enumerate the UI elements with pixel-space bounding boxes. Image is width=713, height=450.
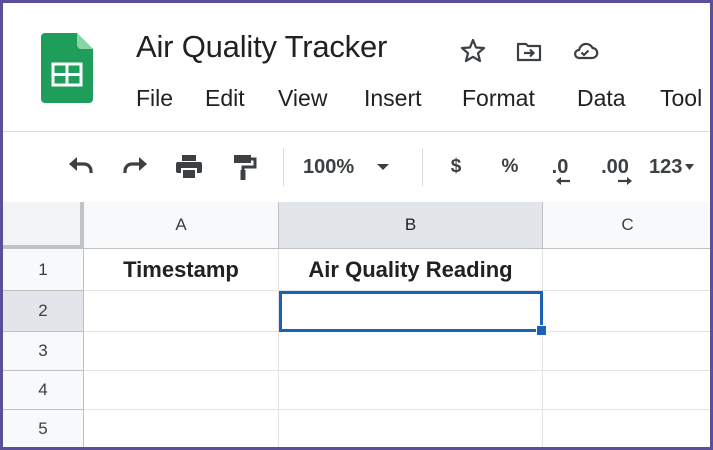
toolbar: 100% $ % .0 .00 123 <box>3 132 710 202</box>
cell-a1[interactable]: Timestamp <box>84 249 279 291</box>
undo-button[interactable] <box>63 152 99 182</box>
zoom-value: 100% <box>303 155 355 178</box>
toolbar-divider <box>283 148 284 186</box>
cell-b4[interactable] <box>279 371 543 410</box>
menu-format[interactable]: Format <box>462 85 535 112</box>
menu-tools[interactable]: Tool <box>660 85 702 112</box>
undo-icon <box>69 157 93 173</box>
currency-format-button[interactable]: $ <box>443 152 469 182</box>
row-header-3[interactable]: 3 <box>3 332 84 371</box>
move-to-folder-icon[interactable] <box>515 37 543 65</box>
print-button[interactable] <box>171 152 207 182</box>
column-header-b[interactable]: B <box>279 202 543 249</box>
percent-format-button[interactable]: % <box>495 152 525 182</box>
menu-insert[interactable]: Insert <box>364 85 422 112</box>
star-icon[interactable] <box>459 37 487 65</box>
zoom-select[interactable]: 100% <box>303 152 413 182</box>
menu-file[interactable]: File <box>136 85 173 112</box>
redo-icon <box>123 157 147 173</box>
cell-c4[interactable] <box>543 371 710 410</box>
increase-decimal-button[interactable]: .00 <box>593 152 637 185</box>
column-header-c[interactable]: C <box>543 202 710 249</box>
app-window: Air Quality Tracker File Edit View Inser… <box>0 0 713 450</box>
more-formats-button[interactable]: 123 <box>649 152 709 182</box>
document-title[interactable]: Air Quality Tracker <box>136 29 387 65</box>
sheets-logo-icon[interactable] <box>41 33 93 103</box>
paint-format-icon <box>234 155 257 180</box>
cell-c3[interactable] <box>543 332 710 371</box>
menu-data[interactable]: Data <box>577 85 626 112</box>
currency-label: $ <box>450 156 462 177</box>
cell-a3[interactable] <box>84 332 279 371</box>
redo-button[interactable] <box>117 152 153 182</box>
row-header-2[interactable]: 2 <box>3 291 84 332</box>
cell-b5[interactable] <box>279 410 543 447</box>
column-header-a[interactable]: A <box>84 202 279 249</box>
cell-a4[interactable] <box>84 371 279 410</box>
chevron-down-icon <box>377 164 390 170</box>
cell-b1[interactable]: Air Quality Reading <box>279 249 543 291</box>
more-formats-label: 123 <box>649 155 683 178</box>
arrow-right-icon <box>618 177 632 185</box>
paint-format-button[interactable] <box>227 152 261 182</box>
cloud-status-icon[interactable] <box>571 37 599 65</box>
cell-c2[interactable] <box>543 291 710 332</box>
menu-view[interactable]: View <box>278 85 327 112</box>
fill-handle[interactable] <box>536 325 547 336</box>
arrow-left-icon <box>556 177 570 185</box>
cell-a2[interactable] <box>84 291 279 332</box>
select-all-corner[interactable] <box>3 202 84 249</box>
header: Air Quality Tracker File Edit View Inser… <box>3 3 710 131</box>
cell-b2[interactable] <box>279 291 543 332</box>
cell-c5[interactable] <box>543 410 710 447</box>
row-header-1[interactable]: 1 <box>3 249 84 291</box>
toolbar-divider <box>422 148 423 186</box>
cell-c1[interactable] <box>543 249 710 291</box>
print-icon <box>176 155 202 180</box>
row-header-4[interactable]: 4 <box>3 371 84 410</box>
decrease-decimal-button[interactable]: .0 <box>543 152 577 185</box>
cell-b3[interactable] <box>279 332 543 371</box>
menu-edit[interactable]: Edit <box>205 85 245 112</box>
spreadsheet-grid: A B C 1 2 3 4 5 Timestamp Air Quality Re… <box>3 202 710 447</box>
chevron-down-icon <box>685 164 695 170</box>
cell-a5[interactable] <box>84 410 279 447</box>
row-header-5[interactable]: 5 <box>3 410 84 447</box>
percent-label: % <box>501 156 519 177</box>
